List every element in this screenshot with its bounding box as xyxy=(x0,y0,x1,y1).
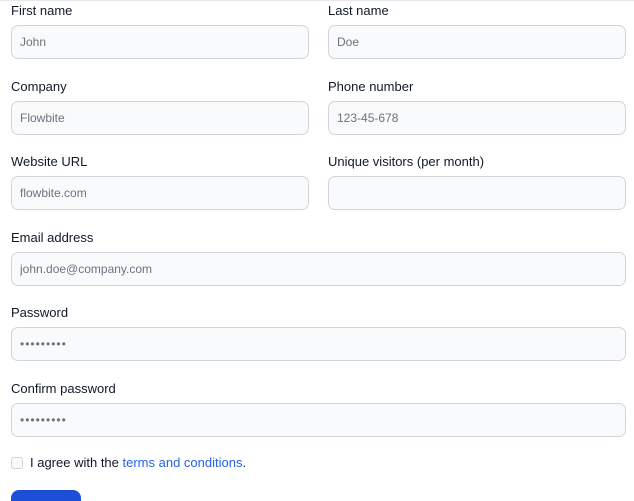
first-name-input[interactable] xyxy=(11,25,309,59)
email-address-input[interactable] xyxy=(11,252,626,286)
terms-link[interactable]: terms and conditions xyxy=(123,455,243,470)
registration-form: First name Last name Company Phone numbe… xyxy=(0,0,634,501)
last-name-input[interactable] xyxy=(328,25,626,59)
unique-visitors-label: Unique visitors (per month) xyxy=(328,154,485,169)
email-address-group: Email address xyxy=(11,230,626,286)
confirm-password-group: Confirm password xyxy=(11,381,626,437)
first-name-label: First name xyxy=(11,3,73,18)
password-label: Password xyxy=(11,305,69,320)
confirm-password-input[interactable] xyxy=(11,403,626,437)
unique-visitors-group: Unique visitors (per month) xyxy=(328,154,626,210)
submit-button[interactable]: Submit xyxy=(11,490,81,501)
password-input[interactable] xyxy=(11,327,626,361)
company-label: Company xyxy=(11,79,67,94)
phone-number-input[interactable] xyxy=(328,101,626,135)
website-url-label: Website URL xyxy=(11,154,88,169)
terms-agreement-text: I agree with the terms and conditions. xyxy=(30,455,246,471)
unique-visitors-input[interactable] xyxy=(328,176,626,210)
last-name-group: Last name xyxy=(328,3,626,59)
email-address-label: Email address xyxy=(11,230,94,245)
first-name-group: First name xyxy=(11,3,309,59)
website-url-group: Website URL xyxy=(11,154,309,210)
terms-prefix: I agree with the xyxy=(30,455,123,470)
terms-suffix: . xyxy=(242,455,247,470)
terms-checkbox[interactable] xyxy=(11,457,23,469)
website-url-input[interactable] xyxy=(11,176,309,210)
password-group: Password xyxy=(11,305,626,361)
confirm-password-label: Confirm password xyxy=(11,381,116,396)
company-group: Company xyxy=(11,79,309,135)
last-name-label: Last name xyxy=(328,3,389,18)
company-input[interactable] xyxy=(11,101,309,135)
phone-number-label: Phone number xyxy=(328,79,414,94)
phone-number-group: Phone number xyxy=(328,79,626,135)
terms-agreement: I agree with the terms and conditions. xyxy=(11,455,246,471)
